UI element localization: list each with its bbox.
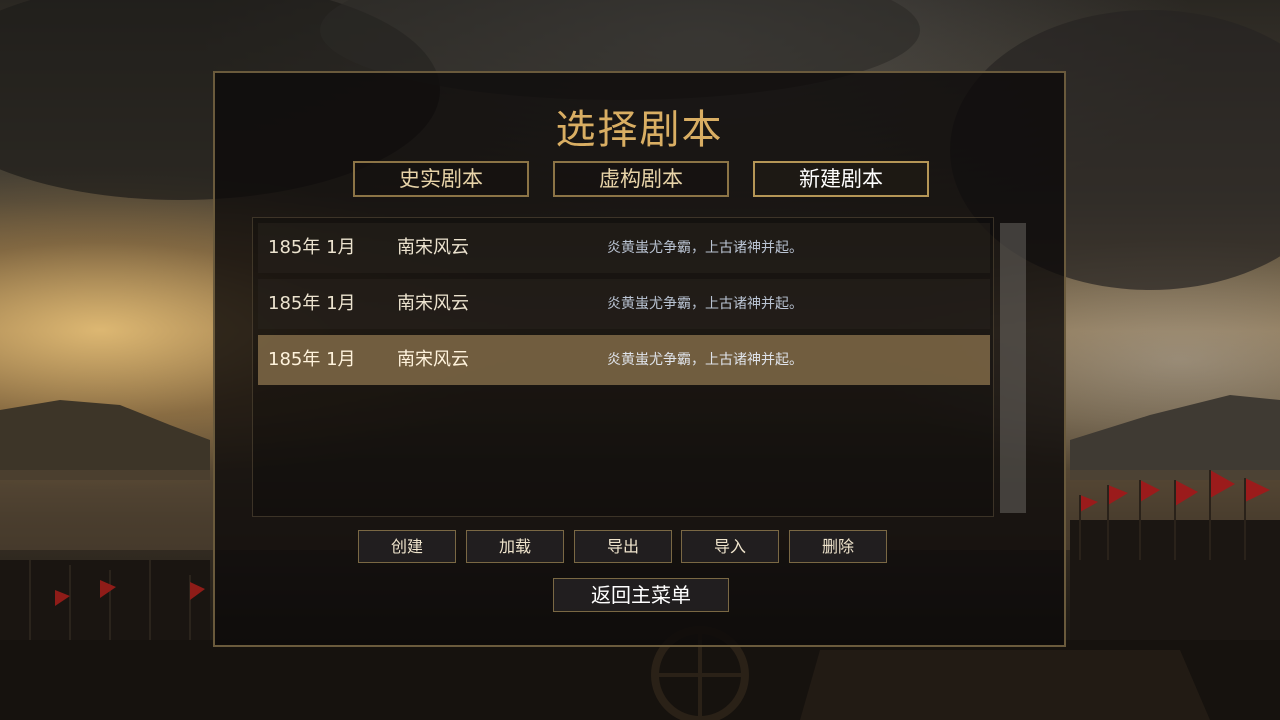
scenario-row-selected[interactable]: 185年 1月 南宋风云 炎黄蚩尤争霸，上古诸神并起。 (258, 335, 990, 385)
scenario-row[interactable]: 185年 1月 南宋风云 炎黄蚩尤争霸，上古诸神并起。 (258, 279, 990, 329)
scenario-name: 南宋风云 (397, 293, 469, 314)
scenario-select-dialog: 选择剧本 史实剧本 虚构剧本 新建剧本 185年 1月 南宋风云 炎黄蚩尤争霸，… (213, 71, 1066, 647)
delete-button[interactable]: 删除 (789, 530, 887, 563)
scenario-description: 炎黄蚩尤争霸，上古诸神并起。 (607, 296, 803, 312)
scenario-description: 炎黄蚩尤争霸，上古诸神并起。 (607, 240, 803, 256)
scenario-name: 南宋风云 (397, 349, 469, 370)
dialog-title: 选择剧本 (555, 107, 724, 153)
export-button[interactable]: 导出 (574, 530, 672, 563)
scenario-date: 185年 1月 (268, 349, 356, 370)
scenario-row[interactable]: 185年 1月 南宋风云 炎黄蚩尤争霸，上古诸神并起。 (258, 223, 990, 273)
import-button[interactable]: 导入 (681, 530, 779, 563)
tab-fictional-scenarios[interactable]: 虚构剧本 (553, 161, 729, 197)
tab-historical-scenarios[interactable]: 史实剧本 (353, 161, 529, 197)
scenario-list-scrollbar[interactable] (1000, 223, 1026, 513)
scenario-date: 185年 1月 (268, 237, 356, 258)
load-button[interactable]: 加载 (466, 530, 564, 563)
scenario-list: 185年 1月 南宋风云 炎黄蚩尤争霸，上古诸神并起。 185年 1月 南宋风云… (252, 217, 994, 517)
scenario-name: 南宋风云 (397, 237, 469, 258)
tab-new-scenarios[interactable]: 新建剧本 (753, 161, 929, 197)
scenario-description: 炎黄蚩尤争霸，上古诸神并起。 (607, 352, 803, 368)
scenario-date: 185年 1月 (268, 293, 356, 314)
game-screen: 选择剧本 史实剧本 虚构剧本 新建剧本 185年 1月 南宋风云 炎黄蚩尤争霸，… (0, 0, 1280, 720)
create-button[interactable]: 创建 (358, 530, 456, 563)
return-main-menu-button[interactable]: 返回主菜单 (553, 578, 729, 612)
